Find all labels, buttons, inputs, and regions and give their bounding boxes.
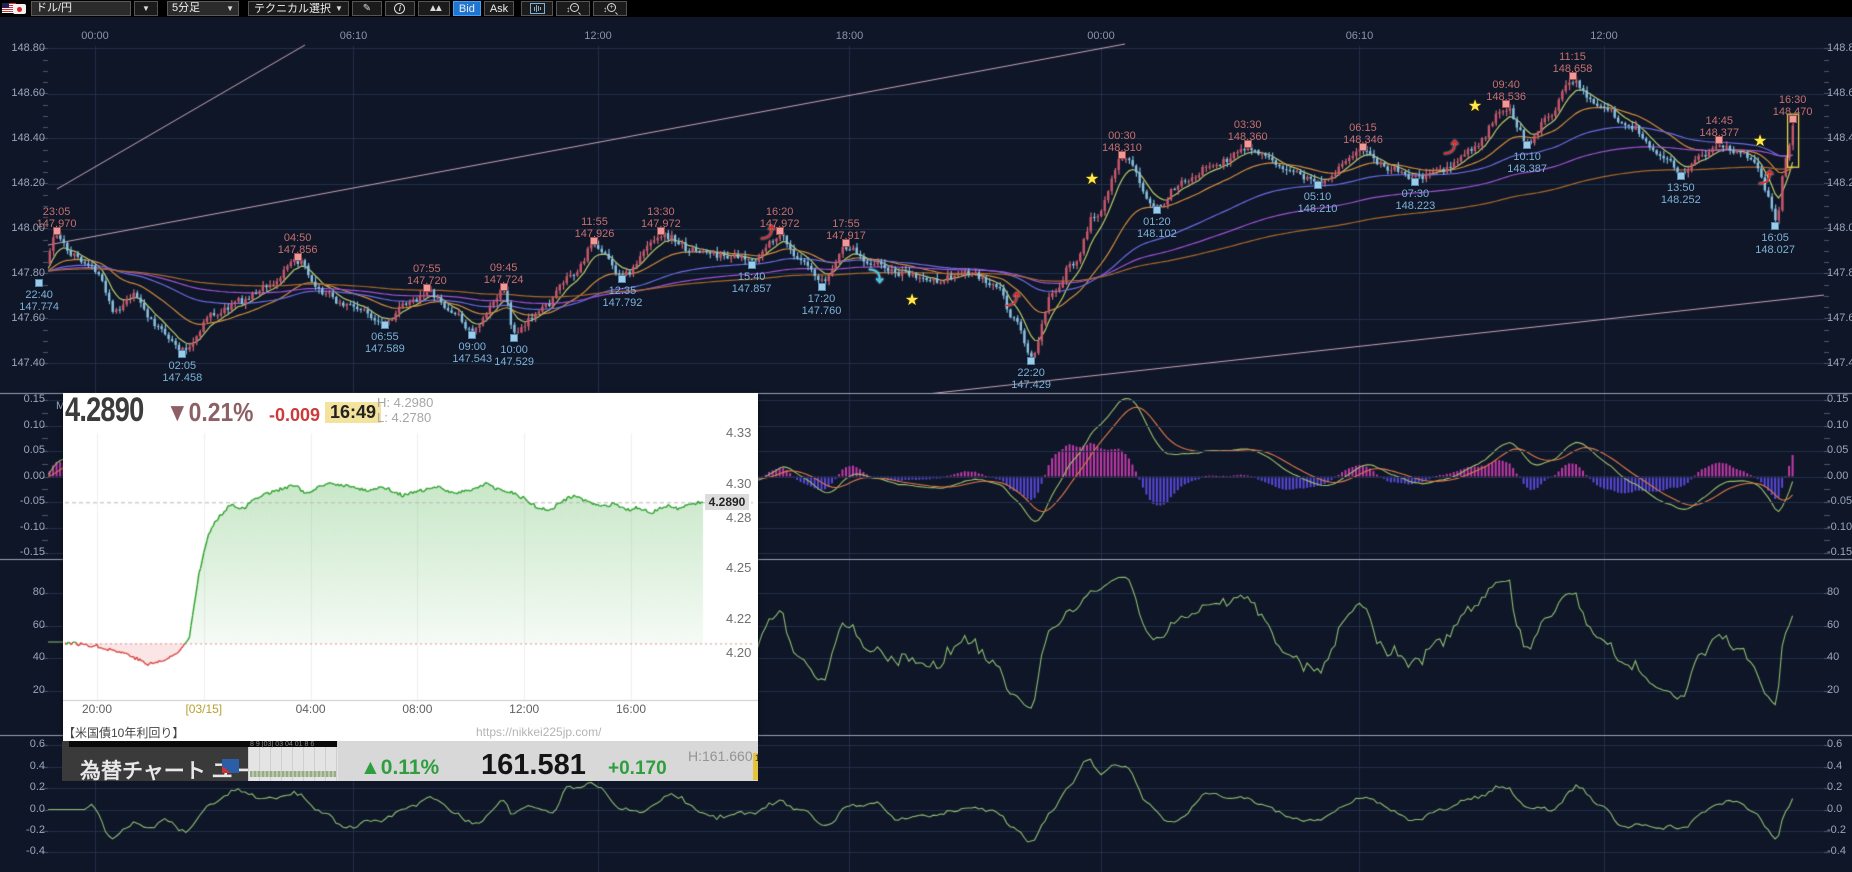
ticker-mini-header: 8 9 [03] 03 04 01 8 6	[250, 741, 314, 748]
timeframe-value: 5分足	[172, 2, 200, 15]
yield-axis-label: 4.28	[726, 510, 758, 525]
yield-high: H: 4.2980	[377, 395, 433, 410]
chevron-down-icon: ▼	[335, 3, 343, 15]
yield-time-label: [03/15]	[185, 702, 222, 716]
yield-axis-label: 4.20	[726, 645, 758, 660]
candle-chart-icon	[530, 3, 545, 14]
candle-display-button[interactable]	[521, 1, 553, 16]
bid-button[interactable]: Bid	[453, 1, 481, 16]
ticker-sparkline	[250, 771, 336, 777]
yield-time-badge: 16:49	[325, 402, 381, 423]
mountain-icon: ▲▲	[428, 3, 440, 15]
bid-label: Bid	[459, 3, 475, 15]
yield-area-chart	[63, 393, 758, 741]
technical-select-label: テクニカル選択	[254, 3, 331, 15]
zoom-out-button[interactable]: ↕−	[556, 1, 590, 16]
yield-axis-label: 4.25	[726, 560, 758, 575]
info-button[interactable]: i	[385, 1, 415, 16]
chevron-down-icon: ▼	[226, 2, 234, 15]
yield-current-tag: 4.2890	[705, 494, 749, 510]
yield-axis-label: 4.33	[726, 425, 758, 440]
technical-select-button[interactable]: テクニカル選択 ▼	[248, 1, 349, 16]
yield-time-label: 08:00	[402, 702, 432, 716]
pair-select-value: ドル/円	[36, 2, 72, 15]
timeframe-select[interactable]: 5分足 ▼	[167, 1, 239, 16]
yield-change-percent: ▼0.21%	[166, 397, 254, 428]
trading-app-window: ドル/円 ▼ 5分足 ▼ テクニカル選択 ▼ ✎ i ▲▲ Bid Ask ↕− ↕…	[0, 0, 1852, 872]
treasury-yield-popup[interactable]: 4.2890 ▼0.21% -0.009 16:49 H: 4.2980L: 4…	[63, 393, 758, 741]
yield-high-low: H: 4.2980L: 4.2780	[377, 395, 433, 425]
yield-low: L: 4.2780	[377, 410, 431, 425]
fx-ticker-widget[interactable]: 為替チャート ユーロ/円 8 9 [03] 03 04 01 8 6 ▲0.11…	[62, 741, 758, 781]
ticker-value: 161.581	[481, 749, 586, 781]
down-triangle-icon: ▼	[166, 397, 189, 427]
popup-source-url: https://nikkei225jp.com/	[476, 725, 601, 739]
ticker-change-percent: ▲0.11%	[360, 756, 439, 780]
yield-time-label: 12:00	[509, 702, 539, 716]
yield-axis-label: 4.22	[726, 611, 758, 626]
ticker-yellow-tag: 1	[753, 753, 758, 780]
yield-time-label: 16:00	[616, 702, 646, 716]
pair-select[interactable]: ドル/円	[31, 1, 131, 16]
chart-style-button[interactable]: ▲▲	[418, 1, 450, 16]
yield-time-label: 04:00	[296, 702, 326, 716]
yield-change-absolute: -0.009	[269, 405, 320, 426]
popup-title: 【米国債10年利回り】	[63, 724, 184, 741]
ticker-change-absolute: +0.170	[608, 758, 667, 780]
ticker-high: H:161.660	[688, 748, 753, 764]
zoom-in-button[interactable]: ↕+	[593, 1, 627, 16]
pair-flags-icon	[2, 2, 28, 15]
zoom-in-icon: ↕+	[603, 3, 617, 14]
yield-axis-label: 4.30	[726, 476, 758, 491]
ask-label: Ask	[490, 3, 508, 15]
yield-change-percent-value: 0.21%	[189, 397, 254, 427]
draw-tool-button[interactable]: ✎	[352, 1, 382, 16]
chevron-down-icon: ▼	[142, 3, 150, 15]
pair-dropdown-button[interactable]: ▼	[134, 1, 158, 16]
ticker-chart-icon	[222, 759, 239, 773]
pencil-icon: ✎	[363, 3, 371, 15]
yield-time-label: 20:00	[82, 702, 112, 716]
chart-toolbar: ドル/円 ▼ 5分足 ▼ テクニカル選択 ▼ ✎ i ▲▲ Bid Ask ↕− ↕…	[0, 0, 1852, 17]
info-icon: i	[394, 3, 405, 14]
yield-value: 4.2890	[65, 391, 143, 430]
ask-button[interactable]: Ask	[484, 1, 514, 16]
zoom-out-icon: ↕−	[566, 3, 580, 14]
